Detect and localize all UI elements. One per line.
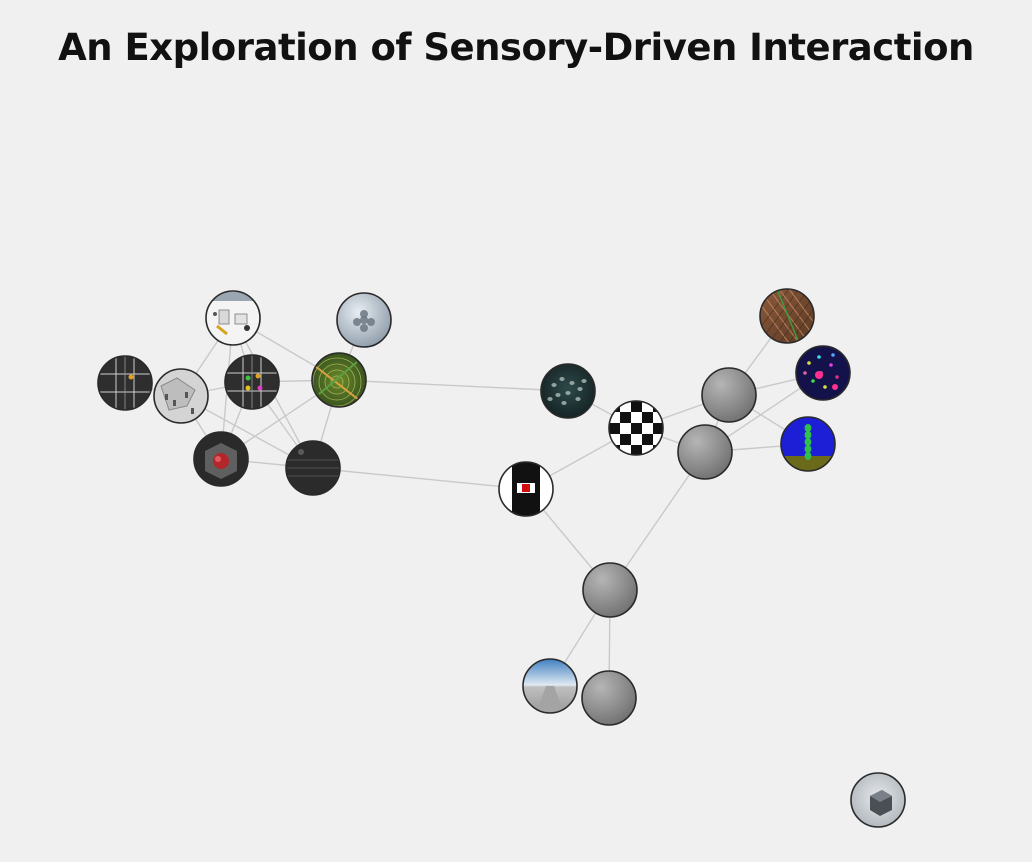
node-thumbnail (781, 417, 835, 471)
graph-node-dark-grid-dot[interactable] (97, 355, 153, 411)
graph-node-dark-grid-colored-dots[interactable] (224, 354, 280, 410)
graph-node-gray-gradient[interactable] (677, 424, 733, 480)
graph-node-white-cube[interactable] (850, 772, 906, 828)
graph-node-lab-setup[interactable] (205, 290, 261, 346)
nodes-layer (97, 288, 906, 828)
graph-node-sky-road[interactable] (522, 658, 578, 714)
graph-node-purple-particles[interactable] (795, 345, 851, 401)
graph-node-teal-dots[interactable] (540, 363, 596, 419)
node-thumbnail (760, 289, 814, 343)
graph-node-metal-pattern[interactable] (336, 292, 392, 348)
graph-node-gray-sketch[interactable] (153, 368, 209, 424)
graph-node-checkerboard[interactable] (608, 400, 664, 456)
graph-node-blue-green-stem[interactable] (780, 416, 836, 483)
graph-edge (338, 379, 569, 392)
graph-node-red-square[interactable] (498, 461, 554, 517)
graph-node-gray-gradient[interactable] (582, 562, 638, 618)
graph-node-gray-gradient[interactable] (701, 367, 757, 423)
graph-node-brown-texture[interactable] (749, 288, 829, 344)
graph-edge (312, 467, 527, 490)
graph-node-dark-stripes[interactable] (285, 440, 341, 496)
graph-node-green-rings[interactable] (311, 352, 367, 408)
graph-node-gray-gradient[interactable] (581, 670, 637, 726)
network-graph (97, 288, 906, 828)
graph-node-red-cube[interactable] (193, 431, 249, 487)
